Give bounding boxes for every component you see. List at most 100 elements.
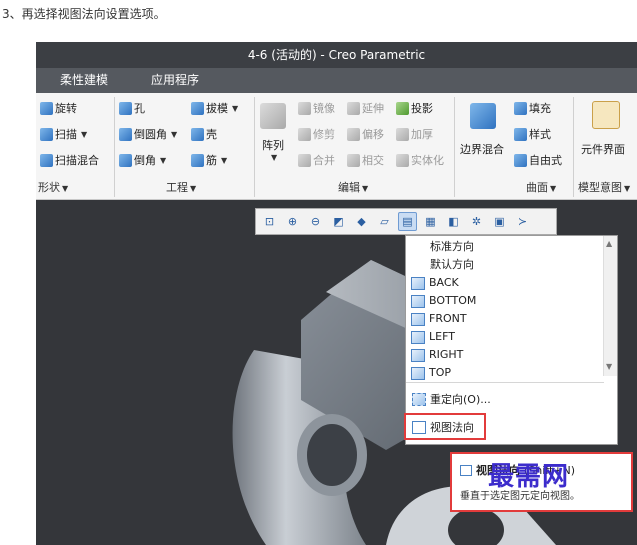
intersect-icon <box>347 153 360 167</box>
chevron-down-icon: ▼ <box>271 153 278 162</box>
group-separator <box>454 97 455 197</box>
display-style-icon[interactable]: ◆ <box>352 212 371 231</box>
group-label-model-intent[interactable]: 模型意图 ▼ <box>578 179 630 197</box>
animate-icon[interactable]: ≻ <box>513 212 532 231</box>
chevron-down-icon: ▼ <box>550 184 557 193</box>
view-icon <box>411 276 425 290</box>
saved-orientations-icon[interactable]: ▤ <box>398 212 417 231</box>
chevron-down-icon: ▼ <box>624 184 631 193</box>
project-icon <box>396 101 409 115</box>
zoom-out-icon[interactable]: ⊖ <box>306 212 325 231</box>
view-icon <box>411 312 425 326</box>
round-icon <box>119 127 132 141</box>
pattern-button[interactable]: 阵列 <box>262 137 284 153</box>
offset-icon <box>347 127 360 141</box>
instruction-text: 3、再选择视图法向设置选项。 <box>2 7 166 21</box>
model-hole <box>297 414 367 496</box>
group-label-engineering[interactable]: 工程 ▼ <box>166 179 196 197</box>
view-toolbar: ⊡ ⊕ ⊖ ◩ ◆ ▱ ▤ ▦ ◧ ✲ ▣ ≻ <box>255 208 557 235</box>
datum-display-icon[interactable]: ◧ <box>444 212 463 231</box>
chamfer-button[interactable]: 倒角 ▼ <box>119 152 166 168</box>
component-interface-button[interactable]: 元件界面 <box>581 141 625 157</box>
pattern-dropdown[interactable]: ▼ <box>269 153 277 162</box>
fill-button[interactable]: 填充 <box>514 100 551 116</box>
style-icon <box>514 127 527 141</box>
mirror-button[interactable]: 镜像 <box>298 100 335 116</box>
menu-item-reorient[interactable]: 重定向(O)... <box>412 389 491 409</box>
rib-icon <box>191 153 204 167</box>
group-separator <box>573 97 574 197</box>
menu-item-right[interactable]: RIGHT <box>411 346 463 364</box>
draft-button[interactable]: 拔模 ▼ <box>191 100 238 116</box>
zoom-in-icon[interactable]: ⊕ <box>283 212 302 231</box>
shell-button[interactable]: 壳 <box>191 126 217 142</box>
view-icon <box>411 348 425 362</box>
scroll-down-icon[interactable]: ▼ <box>606 362 612 371</box>
group-label-surface[interactable]: 曲面 ▼ <box>526 179 556 197</box>
chevron-down-icon: ▼ <box>160 155 167 165</box>
swept-blend-button[interactable]: 扫描混合 <box>40 152 99 168</box>
ribbon: 旋转 扫描 ▼ 扫描混合 形状 ▼ 孔 倒圆角 ▼ 倒角 ▼ 拔模 ▼ 壳 筋 ▼ 工程 ▼ … <box>36 93 637 200</box>
tab-flexible-modeling[interactable]: 柔性建模 <box>60 68 108 93</box>
revolve-button[interactable]: 旋转 <box>40 100 77 116</box>
menu-item-top[interactable]: TOP <box>411 364 451 382</box>
view-icon <box>411 294 425 308</box>
watermark: 最需网 <box>488 462 570 492</box>
pattern-icon <box>260 103 286 129</box>
intersect-button[interactable]: 相交 <box>347 152 384 168</box>
mirror-icon <box>298 101 311 115</box>
extend-button[interactable]: 延伸 <box>347 100 384 116</box>
refit-icon[interactable]: ⊡ <box>260 212 279 231</box>
extend-icon <box>347 101 360 115</box>
freestyle-icon <box>514 153 527 167</box>
style-button[interactable]: 样式 <box>514 126 551 142</box>
menu-item-left[interactable]: LEFT <box>411 328 455 346</box>
chamfer-icon <box>119 153 132 167</box>
scroll-up-icon[interactable]: ▲ <box>606 239 612 248</box>
view-icon <box>411 330 425 344</box>
spin-center-icon[interactable]: ▣ <box>490 212 509 231</box>
rib-button[interactable]: 筋 ▼ <box>191 152 227 168</box>
sweep-button[interactable]: 扫描 ▼ <box>40 126 87 142</box>
reorient-icon <box>412 392 426 406</box>
group-separator <box>254 97 255 197</box>
perspective-icon[interactable]: ▱ <box>375 212 394 231</box>
draft-icon <box>191 101 204 115</box>
component-interface-icon <box>592 101 620 129</box>
sweep-icon <box>40 127 53 141</box>
solidify-button[interactable]: 实体化 <box>396 152 444 168</box>
annotation-display-icon[interactable]: ✲ <box>467 212 486 231</box>
tab-applications[interactable]: 应用程序 <box>151 68 199 93</box>
freestyle-button[interactable]: 自由式 <box>514 152 562 168</box>
graphics-viewport[interactable]: ⊡ ⊕ ⊖ ◩ ◆ ▱ ▤ ▦ ◧ ✲ ▣ ≻ ▲ ▼ 标准方向 默认方向 BA… <box>36 200 637 545</box>
trim-button[interactable]: 修剪 <box>298 126 335 142</box>
group-label-shape[interactable]: 形状 ▼ <box>38 179 68 197</box>
menu-bar: 柔性建模 应用程序 <box>36 68 637 93</box>
thicken-button[interactable]: 加厚 <box>396 126 433 142</box>
menu-item-default-orientation[interactable]: 默认方向 <box>430 256 474 274</box>
revolve-icon <box>40 101 53 115</box>
chevron-down-icon: ▼ <box>232 103 239 113</box>
chevron-down-icon: ▼ <box>362 184 369 193</box>
menu-item-front[interactable]: FRONT <box>411 310 467 328</box>
menu-scrollbar[interactable]: ▲ ▼ <box>603 236 617 376</box>
menu-item-bottom[interactable]: BOTTOM <box>411 292 476 310</box>
menu-item-back[interactable]: BACK <box>411 274 459 292</box>
merge-button[interactable]: 合并 <box>298 152 335 168</box>
hole-icon <box>119 101 132 115</box>
highlight-box <box>404 413 486 440</box>
menu-item-standard-orientation[interactable]: 标准方向 <box>430 238 474 256</box>
view-normal-icon <box>460 464 472 476</box>
view-manager-icon[interactable]: ▦ <box>421 212 440 231</box>
round-button[interactable]: 倒圆角 ▼ <box>119 126 177 142</box>
group-label-edit[interactable]: 编辑 ▼ <box>338 179 368 197</box>
boundary-blend-button[interactable]: 边界混合 <box>460 141 504 157</box>
repaint-icon[interactable]: ◩ <box>329 212 348 231</box>
offset-button[interactable]: 偏移 <box>347 126 384 142</box>
view-icon <box>411 366 425 380</box>
group-separator <box>114 97 115 197</box>
project-button[interactable]: 投影 <box>396 100 433 116</box>
hole-button[interactable]: 孔 <box>119 100 145 116</box>
chevron-down-icon: ▼ <box>81 129 88 139</box>
trim-icon <box>298 127 311 141</box>
